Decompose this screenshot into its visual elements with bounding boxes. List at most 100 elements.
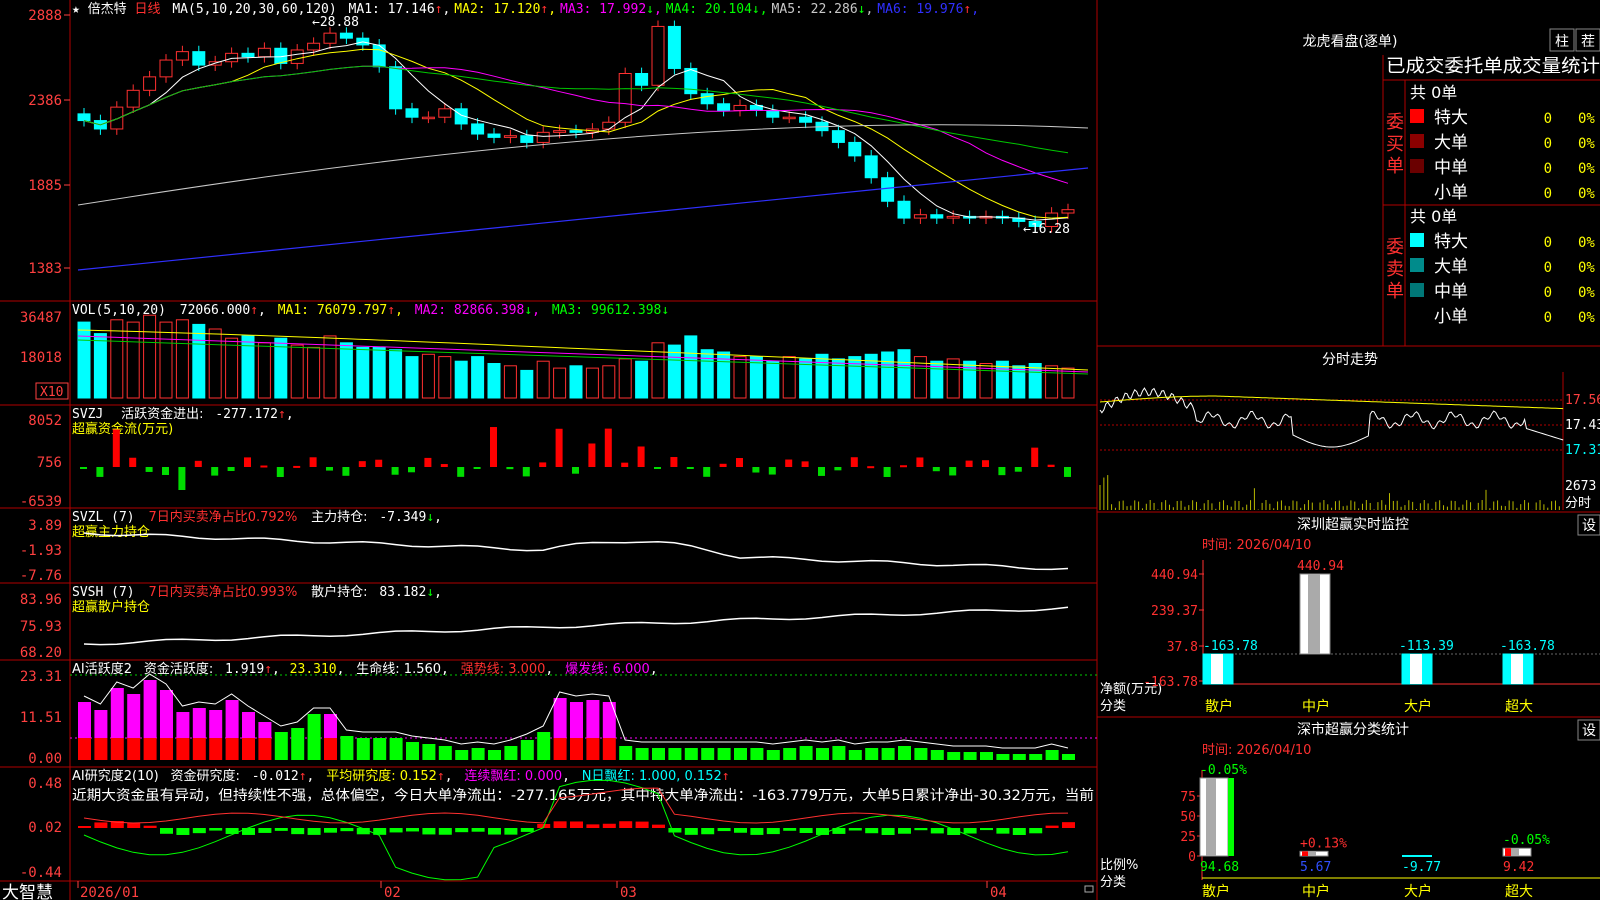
svg-text:柱: 柱: [1555, 34, 1569, 50]
candle-body: [913, 214, 927, 219]
lhb-row-name: 大单: [1434, 257, 1468, 277]
volume-bar: [503, 365, 517, 399]
ai2-tick: 0.48: [28, 776, 62, 792]
lhb-title: 龙虎看盘(逐单): [1303, 33, 1398, 50]
svg-text:设: 设: [1582, 518, 1596, 534]
volume-bar: [225, 337, 239, 399]
svzj-tick: 8052: [28, 413, 62, 429]
lhb-row-pct: 0%: [1578, 260, 1595, 276]
candle-body: [307, 42, 321, 51]
lhb-row-pct: 0%: [1578, 235, 1595, 251]
candle-body: [897, 200, 911, 219]
svzj-bar: [752, 467, 760, 473]
volume-bar: [143, 314, 157, 399]
sz-stats-bottom-label: 94.68: [1200, 860, 1239, 875]
candle-body: [651, 25, 665, 86]
svsh-header: SVSH (7) 7日内买卖净占比0.993% 散户持仓: 83.182↓,: [72, 584, 442, 600]
svzl-tick: -7.76: [20, 568, 62, 584]
ai1-bar-base: [110, 738, 124, 760]
svzl-tick: -1.93: [20, 543, 62, 559]
lhb-row-pct: 0%: [1578, 285, 1595, 301]
ai2-bar: [1045, 825, 1059, 828]
candle-body: [782, 116, 796, 120]
x-tick: 02: [384, 885, 401, 900]
sz-monitor-value: -113.39: [1399, 639, 1454, 654]
volume-bar: [389, 349, 403, 399]
volume-bar: [536, 360, 550, 399]
intraday-tick: 17.43: [1565, 418, 1600, 433]
sz-monitor-time: 时间: 2026/04/10: [1202, 538, 1311, 553]
lhb-row-name: 小单: [1434, 183, 1468, 203]
volume-bar: [897, 349, 911, 399]
svzj-bar: [588, 443, 596, 467]
ai1-bar-base: [553, 738, 567, 760]
sz-monitor-category: 散户: [1205, 698, 1233, 715]
svzj-bar: [490, 427, 497, 467]
ai1-bar-base: [602, 738, 616, 760]
svg-text:买: 买: [1386, 134, 1404, 155]
ai2-bar: [176, 828, 190, 835]
ai2-bar: [586, 824, 600, 828]
svzj-bar: [227, 467, 235, 471]
volume-bar: [1012, 365, 1026, 399]
candle-body: [175, 51, 189, 61]
svzj-bar: [293, 465, 301, 468]
sz-stats-ylabel: 比例%: [1100, 858, 1138, 873]
ai1-bar: [110, 688, 124, 738]
svzj-bar: [1031, 447, 1039, 467]
ai1-bar: [504, 746, 518, 760]
sz-stats-category: 超大: [1505, 884, 1533, 900]
ai1-tick: 23.31: [20, 669, 62, 685]
ai2-bar: [717, 828, 731, 832]
legend-swatch: [1410, 109, 1424, 123]
svzj-bar: [555, 428, 563, 467]
ai2-bar: [1012, 828, 1026, 835]
lhb-row-value: 0: [1544, 260, 1552, 276]
volume-bar: [257, 342, 271, 399]
ai2-bar: [160, 828, 173, 834]
volume-bar: [831, 358, 845, 399]
lhb-row-value: 0: [1544, 310, 1552, 326]
ai1-bar: [94, 710, 108, 738]
candle-body: [635, 73, 649, 86]
ai2-bar: [553, 821, 567, 828]
candle-body: [225, 52, 239, 63]
ai1-bar-base: [324, 738, 337, 760]
ai1-bar-base: [570, 738, 583, 760]
sz-stats-tick: 25: [1180, 830, 1196, 845]
ai2-bar: [1062, 822, 1075, 828]
sz-stats-category: 中户: [1302, 883, 1330, 900]
svzj-bar: [949, 467, 957, 476]
volume-bar: [1061, 367, 1075, 399]
svzj-bar: [686, 467, 694, 469]
period-label[interactable]: 日线: [135, 2, 161, 17]
ai1-bar: [274, 732, 288, 760]
sz-stats-bar-highlight: [1206, 778, 1216, 856]
price-high-label: ←28.88: [312, 15, 359, 30]
sz-stats-top-label: +0.13%: [1300, 836, 1347, 851]
volume-bar: [372, 346, 386, 399]
ma-value: MA1: 17.146: [349, 2, 435, 17]
lhb-row-value: 0: [1544, 136, 1552, 152]
svzl-header: SVZL (7) 7日内买卖净占比0.792% 主力持仓: -7.349↓,: [72, 509, 442, 525]
volume-bar: [471, 356, 485, 399]
star-icon[interactable]: ★: [72, 2, 80, 17]
buy-side-label: 委买单: [1386, 112, 1404, 177]
ma-value: MA3: 17.992: [560, 2, 646, 17]
candle-body: [733, 104, 747, 111]
ai1-bar: [143, 680, 157, 738]
svzj-bar: [391, 467, 399, 475]
ai2-bar: [242, 828, 255, 835]
svzj-bar: [244, 457, 251, 467]
volume-bar: [175, 319, 189, 399]
candle-body: [143, 76, 157, 91]
sz-stats-category: 大户: [1404, 883, 1432, 900]
candle-body: [717, 103, 731, 111]
svzj-bar: [801, 461, 809, 467]
price-header: ★ 倍杰特 日线 MA(5,10,20,30,60,120) MA1: 17.1…: [72, 2, 979, 17]
ai2-bar: [914, 828, 928, 831]
candle-body: [831, 130, 845, 143]
ai1-bar: [455, 750, 469, 760]
svzj-bar: [457, 467, 465, 477]
legend-swatch: [1410, 159, 1424, 173]
